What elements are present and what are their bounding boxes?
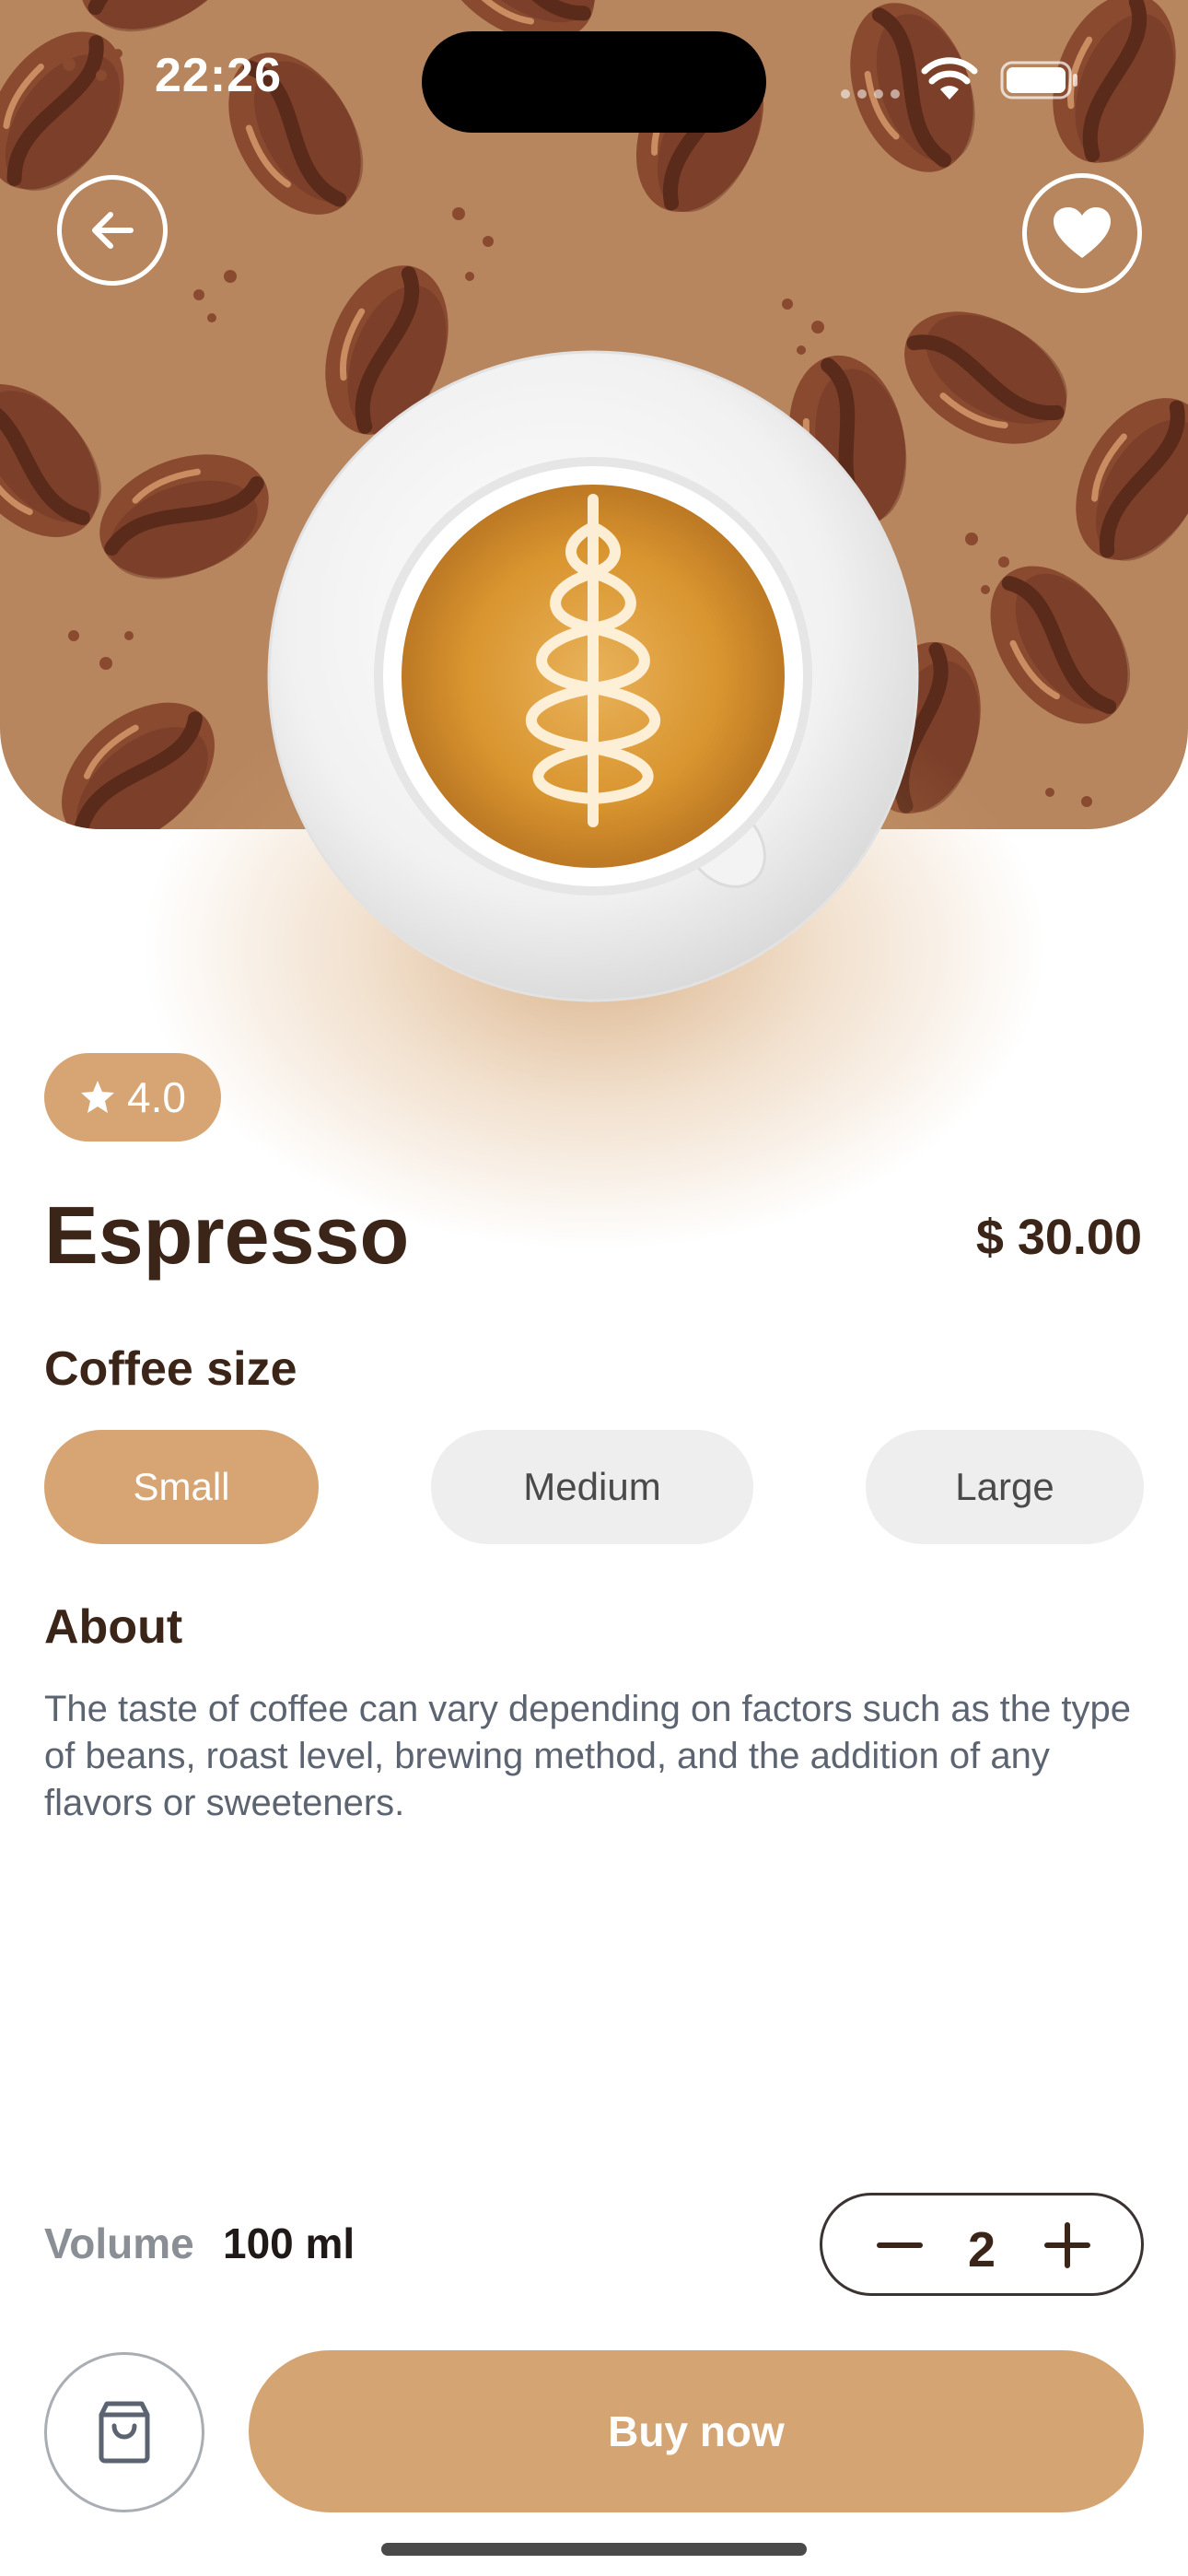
arrow-left-icon <box>92 212 134 249</box>
volume-value: 100 ml <box>223 2219 355 2267</box>
status-time: 22:26 <box>155 49 282 102</box>
size-large-button[interactable]: Large <box>866 1430 1144 1544</box>
espresso-cup-image <box>267 350 919 1002</box>
quantity-value: 2 <box>967 2222 996 2277</box>
heart-icon <box>1054 207 1111 258</box>
back-button[interactable] <box>57 175 168 286</box>
cellular-signal-icon <box>841 89 900 99</box>
rating-badge: 4.0 <box>44 1053 221 1142</box>
dynamic-island <box>422 31 766 133</box>
wifi-icon <box>921 57 978 100</box>
favorite-button[interactable] <box>1022 173 1142 293</box>
coffee-size-heading: Coffee size <box>44 1342 297 1396</box>
plus-icon[interactable] <box>1042 2219 1093 2271</box>
cart-button[interactable] <box>44 2352 204 2512</box>
size-small-button[interactable]: Small <box>44 1430 319 1544</box>
product-price: $ 30.00 <box>975 1210 1142 1265</box>
buy-now-button[interactable]: Buy now <box>249 2350 1144 2512</box>
rating-value: 4.0 <box>127 1073 186 1121</box>
volume-label: Volume <box>44 2219 194 2267</box>
size-medium-button[interactable]: Medium <box>431 1430 753 1544</box>
home-indicator[interactable] <box>381 2543 807 2556</box>
status-bar: 22:26 <box>0 0 1188 157</box>
quantity-stepper: 2 <box>820 2193 1144 2296</box>
star-icon <box>81 1081 115 1113</box>
about-description: The taste of coffee can vary depending o… <box>44 1689 1131 1823</box>
about-heading: About <box>44 1600 183 1654</box>
shopping-bag-icon <box>99 2401 150 2464</box>
battery-icon <box>1000 61 1077 100</box>
product-name: Espresso <box>44 1189 410 1281</box>
